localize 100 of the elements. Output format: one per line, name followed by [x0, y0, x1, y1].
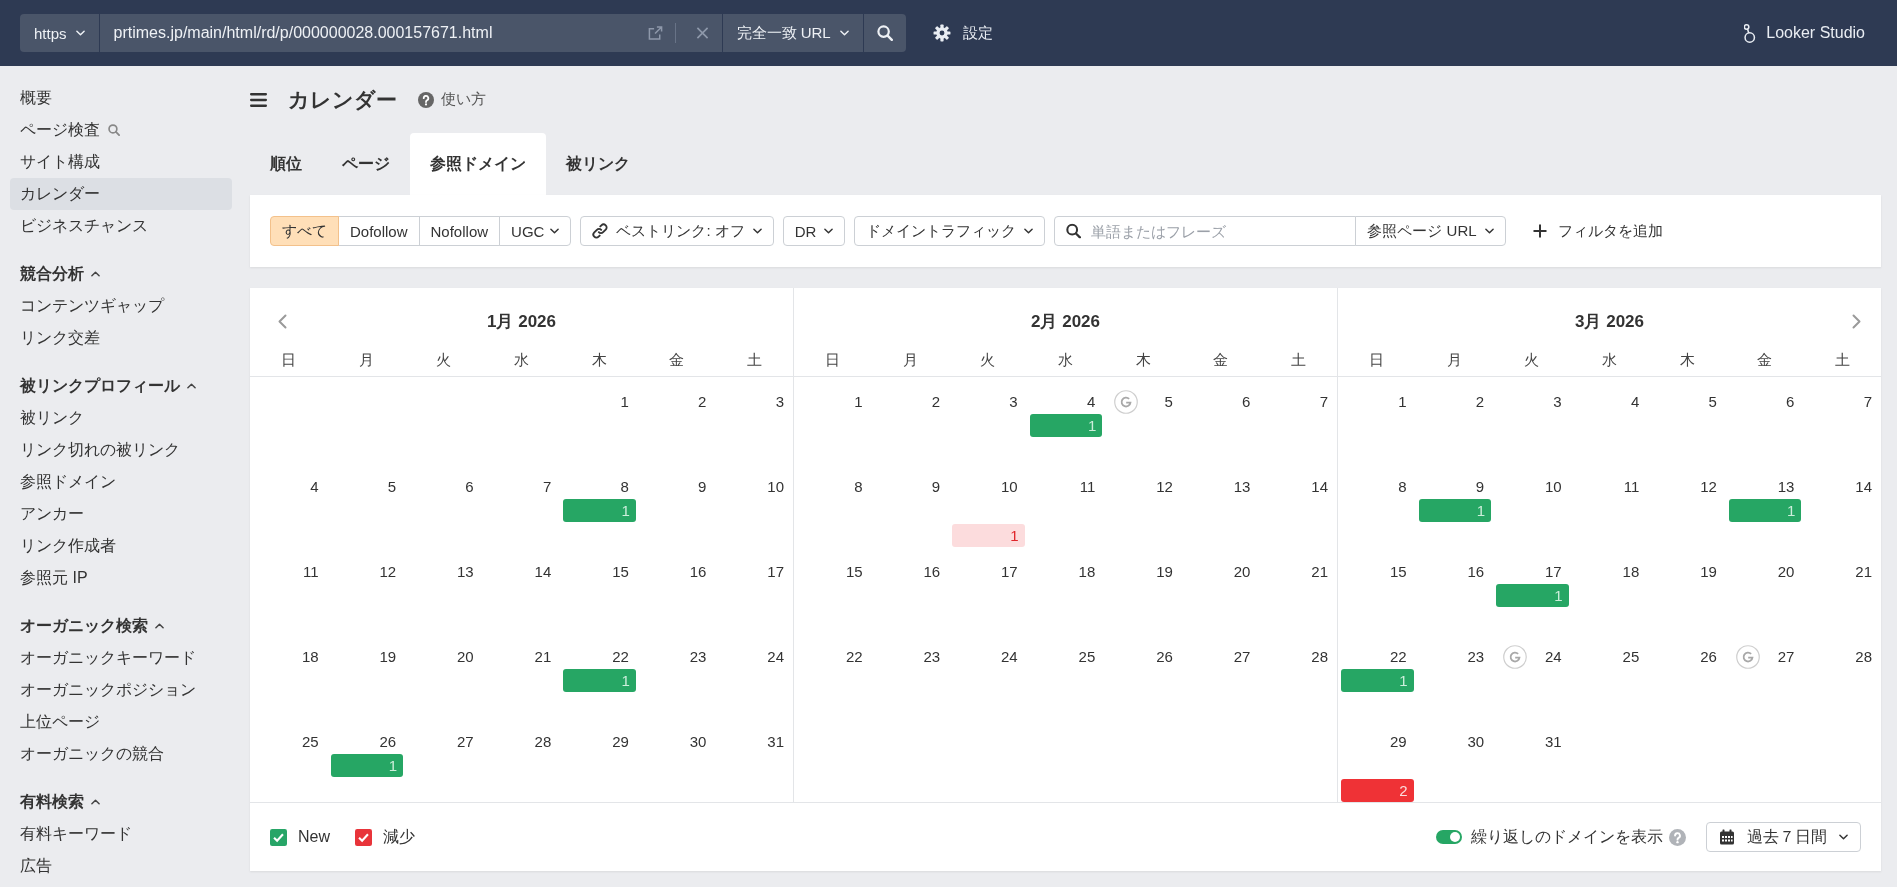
weekday-label: 土	[746, 351, 762, 370]
day-number: 13	[1233, 477, 1251, 497]
day-number: 13	[1777, 477, 1795, 497]
day-number: 29	[612, 732, 629, 752]
sidebar-item[interactable]: リンク切れの被リンク	[10, 434, 232, 466]
day-number: 27	[1777, 647, 1795, 667]
sidebar-item[interactable]: 被リンク	[10, 402, 232, 434]
link-type-option[interactable]: Dofollow	[338, 216, 420, 246]
day-number: 11	[1079, 477, 1096, 497]
sidebar-item[interactable]: 広告	[10, 850, 232, 882]
weekday-label: 火	[980, 351, 996, 370]
month-title: 1月 2026	[487, 310, 556, 333]
day-number: 3	[1553, 392, 1562, 412]
weekday-label: 水	[514, 351, 529, 370]
looker-studio-link[interactable]: Looker Studio	[1744, 23, 1865, 43]
sidebar-section-header[interactable]: オーガニック検索	[10, 610, 174, 642]
day-number: 23	[1467, 647, 1485, 667]
weekday-label: 金	[669, 351, 685, 370]
help-link[interactable]: 使い方	[418, 90, 486, 109]
sidebar-item[interactable]: ページ検査	[10, 114, 232, 146]
day-number: 11	[303, 562, 319, 582]
month-title: 2月 2026	[1031, 310, 1100, 333]
weekday-label: 日	[1369, 351, 1385, 370]
sidebar-item[interactable]: アンカー	[10, 498, 232, 530]
linked-circles-icon	[1744, 23, 1757, 43]
chevron-right-icon[interactable]	[1852, 313, 1861, 329]
close-icon[interactable]	[695, 26, 709, 40]
day-number: 21	[534, 647, 552, 667]
sidebar-item[interactable]: 上位ページ	[10, 706, 232, 738]
sidebar-item[interactable]: 参照ドメイン	[10, 466, 232, 498]
weekday-label: 土	[1290, 351, 1306, 370]
day-number: 11	[1623, 477, 1640, 497]
day-number: 10	[1545, 477, 1562, 497]
day-number: 10	[1001, 477, 1018, 497]
search-scope-dropdown[interactable]: 参照ページ URL	[1355, 216, 1506, 246]
day-number: 28	[534, 732, 552, 752]
sidebar-item[interactable]: オーガニックキーワード	[10, 642, 232, 674]
weekday-label: 火	[436, 351, 452, 370]
search-button[interactable]	[863, 14, 906, 52]
chevron-left-icon[interactable]	[278, 313, 287, 329]
search-field[interactable]: 単語またはフレーズ	[1054, 216, 1357, 246]
weekday-label: 金	[1757, 351, 1773, 370]
checkbox[interactable]	[270, 828, 287, 846]
sidebar-item[interactable]: ビジネスチャンス	[10, 210, 232, 242]
protocol-dropdown[interactable]: https	[20, 14, 99, 52]
sidebar-item[interactable]: リンク交差	[10, 322, 232, 354]
day-number: 24	[1001, 647, 1018, 667]
period-dropdown[interactable]: 過去７日間	[1706, 822, 1861, 852]
url-field[interactable]: prtimes.jp/main/html/rd/p/000000028.000157671.html	[99, 14, 722, 52]
day-number: 28	[1855, 647, 1872, 667]
sidebar-section-header[interactable]: 競合分析	[10, 258, 110, 290]
weekday-label: 木	[591, 351, 607, 370]
day-number: 3	[1009, 392, 1018, 412]
sidebar-item[interactable]: リンク作成者	[10, 530, 232, 562]
search-icon	[108, 124, 120, 136]
sidebar-section-header[interactable]: 有料検索	[10, 786, 110, 818]
tab[interactable]: 順位	[250, 133, 322, 195]
dr-dropdown[interactable]: DR	[782, 216, 846, 246]
lost-count-bar[interactable]: 1	[952, 524, 1025, 547]
settings-button[interactable]: 設定	[932, 23, 993, 43]
match-mode-dropdown[interactable]: 完全一致 URL	[722, 14, 863, 52]
day-number: 7	[1863, 392, 1872, 412]
sidebar-item[interactable]: オーガニックの競合	[10, 738, 232, 770]
add-filter-button[interactable]: フィルタを追加	[1528, 216, 1667, 246]
external-link-icon[interactable]	[647, 25, 663, 41]
sidebar-item[interactable]: オーガニックポジション	[10, 674, 232, 706]
day-number: 30	[689, 732, 707, 752]
checkbox[interactable]	[355, 828, 372, 846]
day-number: 1	[1398, 392, 1407, 412]
sidebar-section-header[interactable]: 被リンクプロフィール	[10, 370, 206, 402]
sidebar-item[interactable]: 参照元 IP	[10, 562, 232, 594]
tab[interactable]: 被リンク	[546, 133, 650, 195]
help-icon	[1669, 828, 1686, 846]
tab[interactable]: ページ	[322, 133, 410, 195]
weekday-label: 金	[1213, 351, 1229, 370]
caret-icon	[1024, 228, 1034, 234]
day-number: 24	[1545, 647, 1562, 667]
sidebar-item[interactable]: 有料キーワード	[10, 818, 232, 850]
weekday-label: 水	[1058, 351, 1073, 370]
day-number: 8	[620, 477, 629, 497]
day-number: 4	[1086, 392, 1096, 412]
tab[interactable]: 参照ドメイン	[410, 133, 546, 195]
sidebar-item[interactable]: サイト構成	[10, 146, 232, 178]
link-type-option[interactable]: Nofollow	[418, 216, 501, 246]
legend-label: 減少	[383, 826, 415, 847]
best-links-dropdown[interactable]: ベストリンク: オフ	[580, 216, 774, 246]
toggle-label: 繰り返しのドメインを表示	[1471, 826, 1663, 847]
day-number: 20	[1777, 562, 1795, 582]
toggle-switch[interactable]	[1436, 830, 1462, 844]
day-number: 7	[1319, 392, 1328, 412]
sidebar-item[interactable]: コンテンツギャップ	[10, 290, 232, 322]
link-type-option[interactable]: UGC	[499, 216, 572, 246]
weekday-label: 水	[1602, 351, 1617, 370]
link-type-option[interactable]: すべて	[270, 216, 339, 246]
weekday-label: 日	[281, 351, 297, 370]
day-number: 2	[931, 392, 941, 412]
menu-icon[interactable]	[250, 92, 267, 107]
sidebar-item[interactable]: カレンダー	[10, 178, 232, 210]
domain-traffic-dropdown[interactable]: ドメイントラフィック	[854, 216, 1046, 246]
sidebar-item[interactable]: 概要	[10, 82, 232, 114]
